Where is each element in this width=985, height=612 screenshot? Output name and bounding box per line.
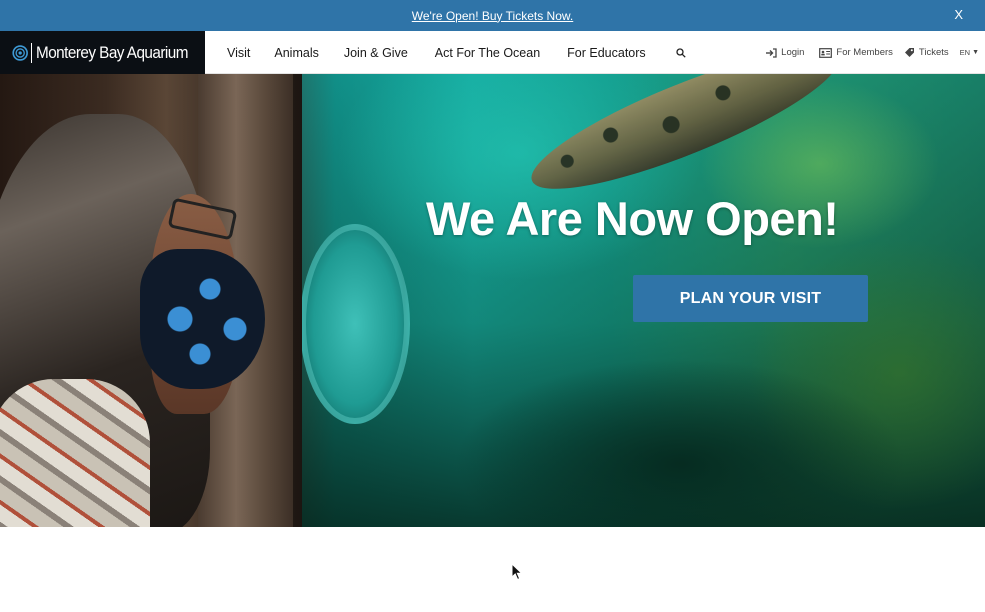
search-button[interactable] (676, 47, 688, 59)
ticket-tag-icon (904, 48, 914, 57)
search-icon (676, 47, 686, 58)
site-header: Monterey Bay Aquarium Visit Animals Join… (0, 31, 985, 74)
aquarium-logo-icon (12, 44, 28, 61)
members-link[interactable]: For Members (819, 47, 893, 58)
login-link[interactable]: Login (765, 47, 804, 58)
main-nav: Visit Animals Join & Give Act For The Oc… (205, 31, 688, 74)
tickets-link[interactable]: Tickets (904, 47, 949, 58)
language-label: EN (959, 48, 971, 57)
chevron-down-icon: ▼ (972, 49, 979, 56)
plan-your-visit-button[interactable]: PLAN YOUR VISIT (633, 275, 868, 322)
visitor-face-mask (140, 249, 265, 389)
login-icon (766, 47, 777, 58)
hero-banner: We Are Now Open! PLAN YOUR VISIT (0, 74, 985, 527)
content-area (0, 527, 985, 612)
mouse-cursor-icon (511, 563, 523, 581)
buy-tickets-link[interactable]: We're Open! Buy Tickets Now. (412, 9, 573, 23)
logo-divider (31, 42, 33, 63)
language-selector[interactable]: EN ▼ (960, 48, 979, 57)
close-announcement-button[interactable]: X (954, 7, 963, 22)
site-logo[interactable]: Monterey Bay Aquarium (0, 31, 205, 74)
nav-act-for-the-ocean[interactable]: Act For The Ocean (435, 46, 540, 60)
utility-nav: Login For Members Tickets EN ▼ (765, 31, 979, 74)
visitor-shirt (0, 379, 150, 527)
logo-text: Monterey Bay Aquarium (36, 42, 189, 62)
announcement-bar: We're Open! Buy Tickets Now. X (0, 0, 985, 31)
login-label: Login (781, 47, 805, 58)
nav-visit[interactable]: Visit (227, 46, 250, 60)
tickets-label: Tickets (918, 47, 949, 58)
nav-animals[interactable]: Animals (274, 46, 318, 60)
hero-title: We Are Now Open! (426, 192, 839, 245)
porthole-window (300, 224, 410, 424)
nav-join-give[interactable]: Join & Give (344, 46, 408, 60)
members-label: For Members (836, 47, 893, 58)
member-card-icon (819, 47, 833, 58)
nav-for-educators[interactable]: For Educators (567, 46, 646, 60)
